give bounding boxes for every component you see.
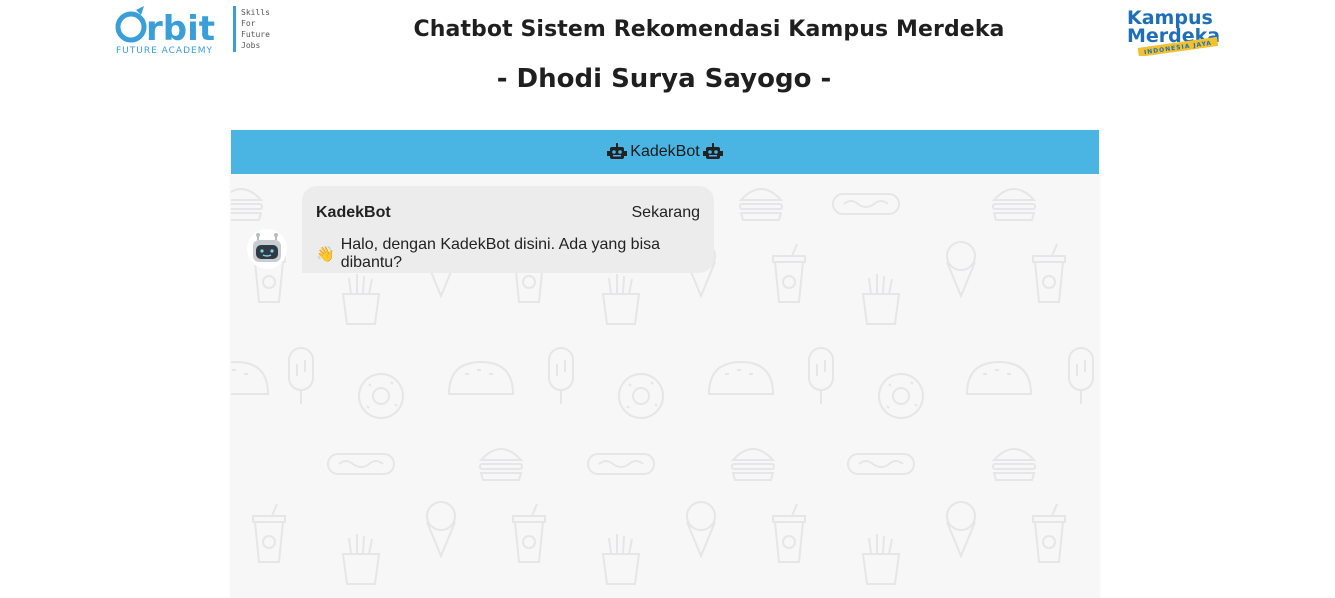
robot-icon <box>253 233 281 262</box>
chat-title: KadekBot <box>630 143 700 160</box>
chat-header: KadekBot <box>231 130 1099 174</box>
page: rbit FUTURE ACADEMY Skills For Future Jo… <box>0 0 1335 598</box>
svg-text:Skills: Skills <box>241 8 270 17</box>
message-text: Halo, dengan KadekBot disini. Ada yang b… <box>340 236 661 271</box>
message-header: KadekBot Sekarang <box>316 204 700 222</box>
message-bubble: KadekBot Sekarang 👋 Halo, dengan KadekBo… <box>302 186 714 273</box>
message-body: 👋 Halo, dengan KadekBot disini. Ada yang… <box>316 236 700 272</box>
robot-icon <box>607 143 628 161</box>
page-subtitle: - Dhodi Surya Sayogo - <box>496 64 832 94</box>
bot-avatar <box>247 229 287 269</box>
robot-icon <box>702 143 723 161</box>
message-sender: KadekBot <box>316 204 391 221</box>
chat-window: KadekBot KadekBot Sekarang 👋 Halo, denga… <box>231 130 1099 598</box>
chat-message: KadekBot Sekarang 👋 Halo, dengan KadekBo… <box>247 186 714 273</box>
kampus-merdeka-logo: Kampus Merdeka INDONESIA JAYA <box>1124 4 1226 57</box>
message-timestamp: Sekarang <box>631 204 701 221</box>
svg-text:Jobs: Jobs <box>241 41 260 50</box>
svg-text:FUTURE ACADEMY: FUTURE ACADEMY <box>116 46 213 56</box>
waving-hand-icon: 👋 <box>316 246 335 263</box>
